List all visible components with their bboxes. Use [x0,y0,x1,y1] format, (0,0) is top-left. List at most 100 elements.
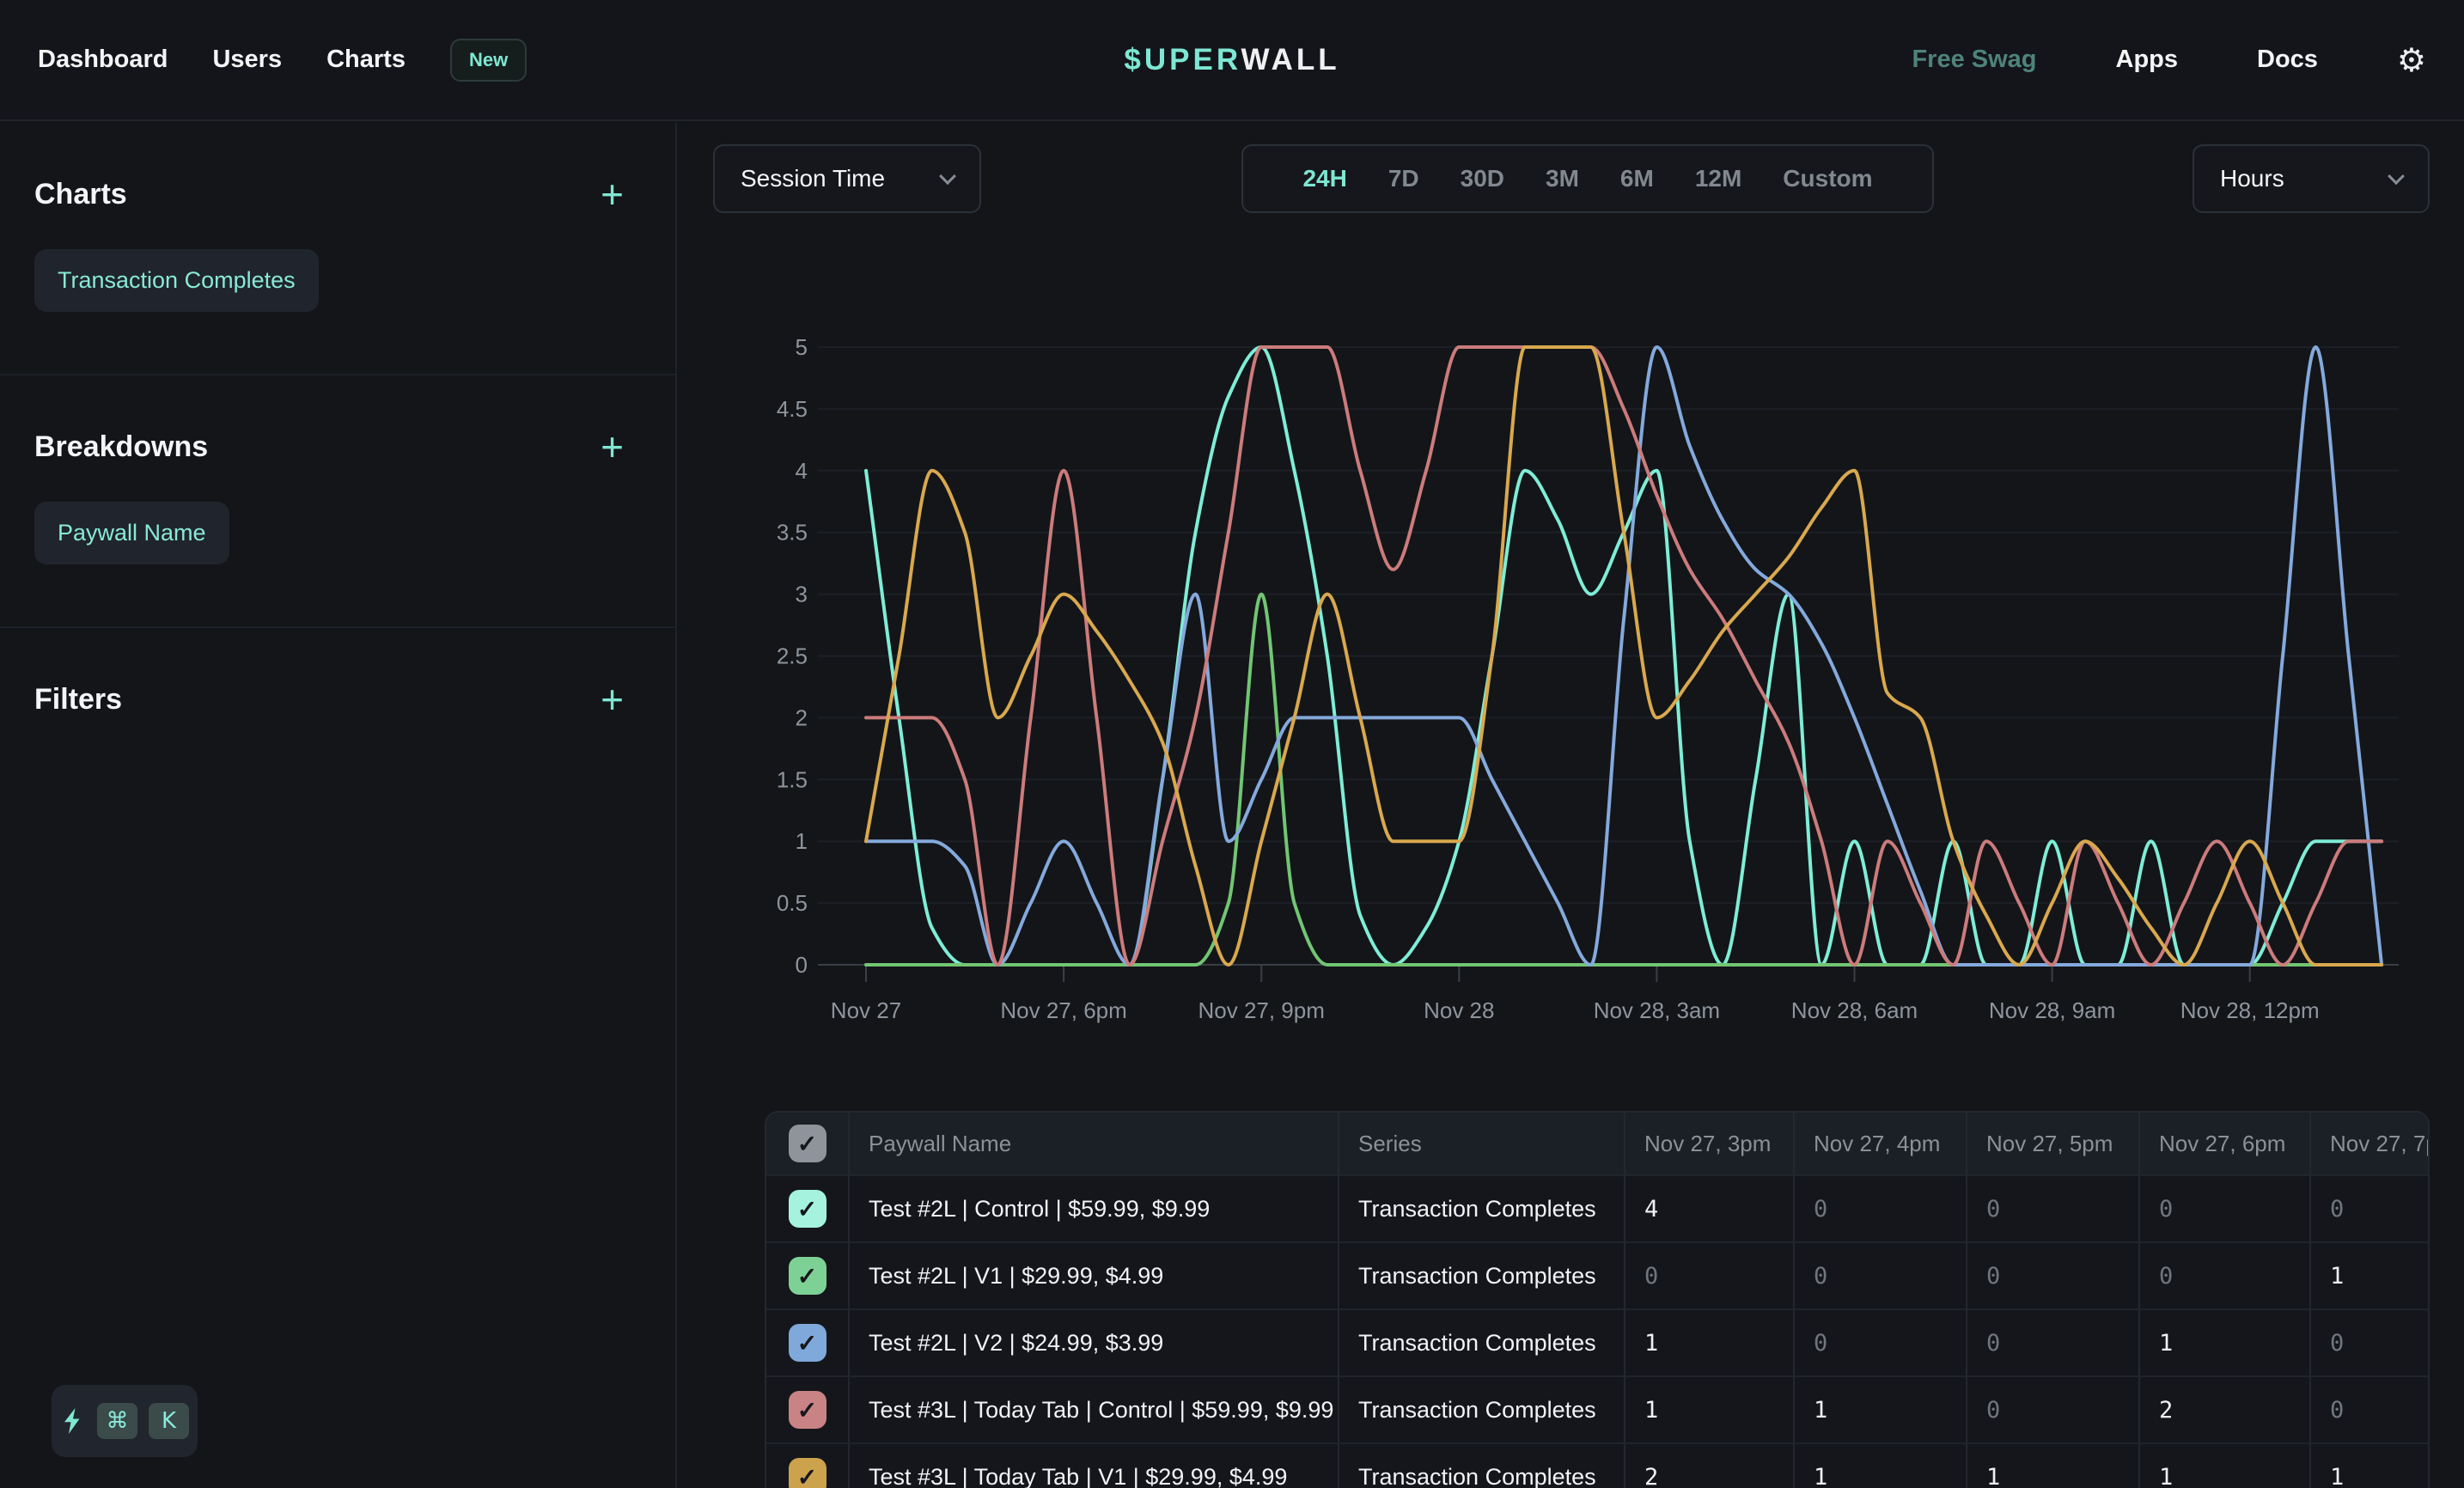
value-cell: 1 [2309,1243,2428,1308]
nav-item-dashboard[interactable]: Dashboard [38,46,168,74]
range-24h[interactable]: 24H [1302,165,1346,192]
range-custom[interactable]: Custom [1783,165,1872,192]
metric-select[interactable]: Session Time [713,144,981,213]
nav-item-charts[interactable]: Charts [326,46,406,74]
series-name: Transaction Completes [1338,1377,1624,1442]
svg-text:Nov 28, 6am: Nov 28, 6am [1791,997,1918,1023]
value-cell: 1 [1624,1377,1793,1442]
svg-text:Nov 27, 6pm: Nov 27, 6pm [1000,997,1126,1023]
table-header-cell: Nov 27, 3pm [1624,1113,1793,1174]
lightning-icon [60,1406,86,1436]
svg-text:0.5: 0.5 [777,890,808,916]
value-cell: 0 [2138,1176,2309,1241]
svg-text:5: 5 [796,334,808,360]
svg-text:4: 4 [796,458,808,484]
value-cell: 0 [1793,1243,1966,1308]
logo-rest: WALL [1241,43,1339,76]
svg-text:Nov 27, 9pm: Nov 27, 9pm [1198,997,1324,1023]
value-cell: 1 [1793,1444,1966,1488]
table-header-row: ✓Paywall NameSeriesNov 27, 3pmNov 27, 4p… [766,1113,2428,1174]
sidebar-section-title: Breakdowns [34,430,208,464]
command-key[interactable]: ⌘ [97,1403,137,1439]
series-name: Transaction Completes [1338,1310,1624,1375]
value-cell: 0 [1966,1377,2138,1442]
value-cell: 0 [1793,1176,1966,1241]
value-cell: 1 [2138,1310,2309,1375]
sidebar-section-filters: Filters + [0,628,675,778]
add-breakdowns-button[interactable]: + [601,431,624,463]
paywall-name: Test #2L | Control | $59.99, $9.99 [848,1176,1338,1241]
svg-text:Nov 28, 9am: Nov 28, 9am [1989,997,2115,1023]
value-cell: 0 [1793,1310,1966,1375]
series-name: Transaction Completes [1338,1243,1624,1308]
pill-transaction-completes[interactable]: Transaction Completes [34,249,319,312]
table-row: ✓ Test #3L | Today Tab | V1 | $29.99, $4.… [766,1442,2428,1488]
shortcut-widget: ⌘ K [52,1385,198,1457]
sidebar-section-charts: Charts + Transaction Completes [0,123,675,375]
breakdown-table: ✓Paywall NameSeriesNov 27, 3pmNov 27, 4p… [765,1111,2430,1488]
add-charts-button[interactable]: + [601,179,624,210]
paywall-name: Test #2L | V2 | $24.99, $3.99 [848,1310,1338,1375]
value-cell: 0 [2309,1310,2428,1375]
row-checkbox[interactable]: ✓ [789,1190,826,1228]
svg-text:Nov 28, 3am: Nov 28, 3am [1594,997,1720,1023]
value-cell: 2 [2138,1377,2309,1442]
nav-item-docs[interactable]: Docs [2257,46,2318,74]
value-cell: 1 [1793,1377,1966,1442]
range-7d[interactable]: 7D [1388,165,1419,192]
k-key[interactable]: K [149,1403,189,1439]
value-cell: 2 [1624,1444,1793,1488]
row-checkbox[interactable]: ✓ [789,1324,826,1362]
table-row: ✓ Test #2L | Control | $59.99, $9.99Trans… [766,1174,2428,1241]
nav-item-apps[interactable]: Apps [2116,46,2179,74]
sidebar-section-breakdowns: Breakdowns + Paywall Name [0,375,675,628]
logo-accent: $UPER [1124,43,1241,76]
metric-select-value: Session Time [741,165,885,192]
svg-text:3: 3 [796,582,808,607]
range-group: 24H 7D 30D 3M 6M 12M Custom [1241,144,1934,213]
top-nav: Dashboard Users Charts New $UPERWALL Fre… [0,0,2464,121]
svg-text:Nov 28, 12pm: Nov 28, 12pm [2180,997,2320,1023]
value-cell: 1 [1624,1310,1793,1375]
unit-select[interactable]: Hours [2193,144,2430,213]
row-checkbox[interactable]: ✓ [789,1391,826,1429]
value-cell: 1 [2138,1444,2309,1488]
value-cell: 0 [2309,1377,2428,1442]
nav-right: Free Swag Apps Docs ⚙ [1912,44,2426,76]
svg-text:Nov 28: Nov 28 [1424,997,1494,1023]
add-filters-button[interactable]: + [601,684,624,716]
range-30d[interactable]: 30D [1461,165,1504,192]
value-cell: 4 [1624,1176,1793,1241]
table-header-cell: Nov 27, 4pm [1793,1113,1966,1174]
table-header-cell: Nov 27, 5pm [1966,1113,2138,1174]
range-6m[interactable]: 6M [1620,165,1654,192]
select-all-checkbox[interactable]: ✓ [789,1125,826,1162]
nav-item-users[interactable]: Users [212,46,282,74]
nav-item-free-swag[interactable]: Free Swag [1912,46,2036,74]
value-cell: 0 [1966,1243,2138,1308]
sidebar-section-title: Charts [34,178,127,211]
range-3m[interactable]: 3M [1546,165,1579,192]
row-checkbox[interactable]: ✓ [789,1257,826,1295]
chevron-down-icon [939,168,956,185]
paywall-name: Test #3L | Today Tab | Control | $59.99,… [848,1377,1338,1442]
value-cell: 0 [2138,1243,2309,1308]
new-badge: New [450,39,527,82]
superwall-logo[interactable]: $UPERWALL [1124,43,1339,77]
sidebar-section-title: Filters [34,683,122,717]
range-12m[interactable]: 12M [1695,165,1741,192]
unit-select-value: Hours [2220,165,2284,192]
row-checkbox[interactable]: ✓ [789,1458,826,1488]
gear-icon[interactable]: ⚙ [2397,44,2426,76]
pill-paywall-name[interactable]: Paywall Name [34,502,229,564]
table-header-cell: Nov 27, 7pm [2309,1113,2428,1174]
svg-text:Nov 27: Nov 27 [831,997,901,1023]
table-header-cell: Nov 27, 6pm [2138,1113,2309,1174]
sidebar: Charts + Transaction Completes Breakdowns + P… [0,123,677,1488]
svg-text:2: 2 [796,704,808,730]
table-row: ✓Test #2L | V1 | $29.99, $4.99Transactio… [766,1241,2428,1308]
svg-text:1.5: 1.5 [777,766,808,792]
value-cell: 0 [1966,1310,2138,1375]
series-name: Transaction Completes [1338,1176,1624,1241]
paywall-name: Test #3L | Today Tab | V1 | $29.99, $4.9… [848,1444,1338,1488]
